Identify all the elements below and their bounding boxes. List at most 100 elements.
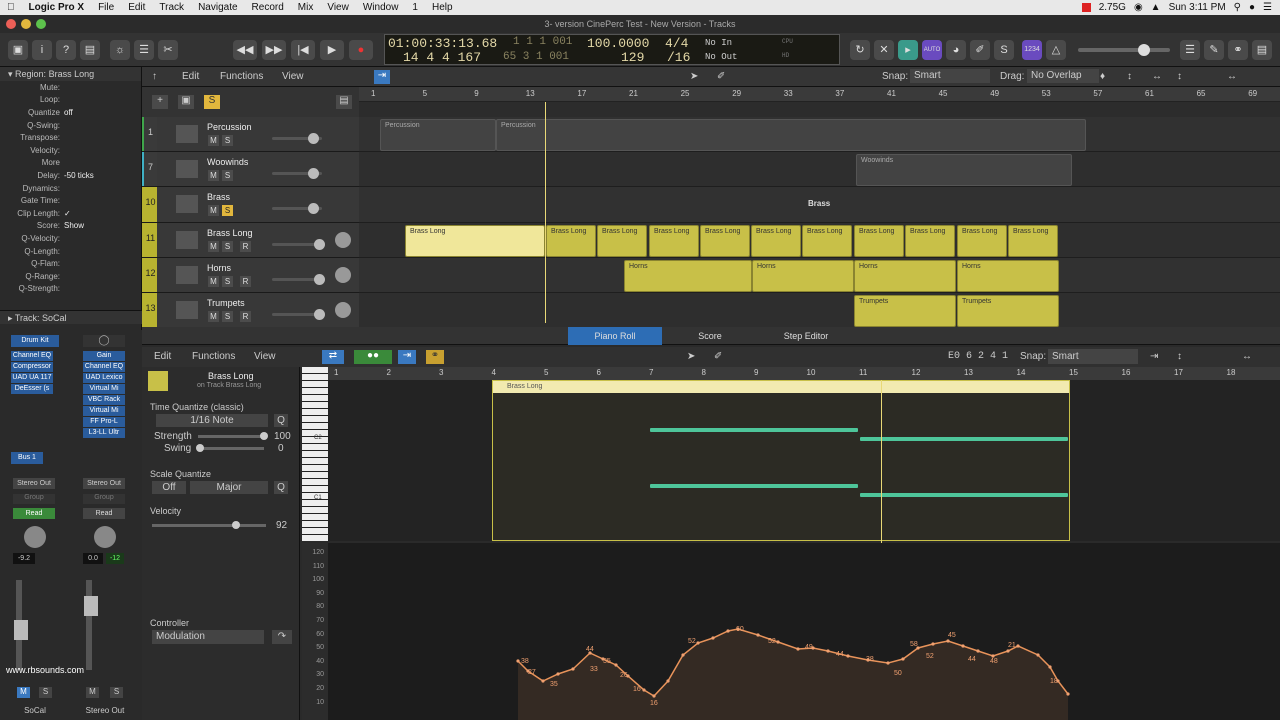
editor-ruler-bar[interactable]: 4: [492, 368, 496, 377]
track-region[interactable]: Brass Long: [905, 224, 955, 257]
modulation-point[interactable]: [976, 649, 980, 653]
record-icon[interactable]: ●: [349, 40, 373, 60]
ruler-bar[interactable]: 9: [474, 89, 478, 98]
ruler-bar[interactable]: 45: [939, 89, 948, 98]
modulation-point[interactable]: [946, 639, 950, 643]
catch-icon[interactable]: ⇥: [374, 70, 390, 84]
tab-score[interactable]: Score: [662, 327, 758, 345]
link-mode-icon[interactable]: ⚭: [426, 350, 444, 364]
swing-slider-thumb[interactable]: [196, 444, 204, 452]
horizontal-zoom-slider-icon[interactable]: ↔: [1227, 71, 1237, 82]
pencil-icon[interactable]: ✐: [970, 40, 990, 60]
modulation-point[interactable]: [666, 679, 670, 683]
track-region[interactable]: Brass Long: [751, 224, 801, 257]
horizontal-zoom-icon[interactable]: ↔: [1152, 71, 1162, 82]
editor-ruler-bar[interactable]: 17: [1174, 368, 1183, 377]
solo-button[interactable]: S: [222, 205, 233, 217]
inspector-row[interactable]: Q-Length:: [0, 245, 141, 258]
track-name[interactable]: Percussion: [207, 122, 252, 132]
modulation-point[interactable]: [516, 659, 520, 663]
menu-window[interactable]: Window: [356, 2, 406, 13]
midi-note[interactable]: [860, 493, 1068, 497]
menu-record[interactable]: Record: [245, 2, 291, 13]
time-quantize-select[interactable]: 1/16 Note: [156, 414, 268, 427]
menu-help[interactable]: Help: [425, 2, 460, 13]
piano-keyboard[interactable]: C2 C1: [302, 367, 328, 541]
editor-ruler-bar[interactable]: 9: [754, 368, 758, 377]
track-header[interactable]: 10 Brass M S: [142, 187, 359, 223]
editor-ruler-bar[interactable]: 1: [334, 368, 338, 377]
inspector-row[interactable]: More: [0, 157, 141, 170]
track-name[interactable]: Trumpets: [207, 298, 245, 308]
edited-region-header[interactable]: Brass Long: [493, 381, 1069, 393]
record-status-icon[interactable]: [1081, 3, 1091, 12]
track-header[interactable]: 12 Horns M S R: [142, 257, 359, 293]
editor-view-menu[interactable]: View: [254, 351, 276, 362]
track-lane[interactable]: [359, 293, 1280, 329]
editor-ruler[interactable]: 1 2 3 4 5 6 7 8 9 10 11 12 13 14 15 16 17 18: [328, 367, 1280, 380]
ruler-bar[interactable]: 61: [1145, 89, 1154, 98]
track-header[interactable]: 7 Woowinds M S: [142, 152, 359, 188]
snap-select[interactable]: Smart: [910, 69, 990, 83]
record-enable-button[interactable]: R: [240, 240, 251, 252]
output-slot-1[interactable]: Stereo Out: [13, 478, 55, 489]
track-volume-thumb[interactable]: [314, 309, 325, 320]
metronome-icon[interactable]: △: [1046, 40, 1066, 60]
editor-ruler-bar[interactable]: 13: [964, 368, 973, 377]
editor-ruler-bar[interactable]: 11: [859, 368, 867, 377]
inspector-row-value[interactable]: ✓: [64, 209, 71, 218]
instrument-icon[interactable]: [176, 125, 198, 143]
track-volume-thumb[interactable]: [314, 238, 325, 250]
midi-out-icon[interactable]: ●●: [354, 350, 392, 364]
track-region[interactable]: Brass Long: [957, 224, 1007, 257]
modulation-point[interactable]: [726, 629, 730, 633]
wifi-icon[interactable]: ◉: [1134, 2, 1143, 13]
menu-view[interactable]: View: [320, 2, 356, 13]
drag-select[interactable]: No Overlap: [1027, 69, 1099, 83]
editor-snap-select[interactable]: Smart: [1048, 349, 1138, 364]
mute-button-1[interactable]: M: [17, 687, 30, 698]
track-name[interactable]: Horns: [207, 263, 231, 273]
modulation-point[interactable]: [796, 647, 800, 651]
master-volume-slider[interactable]: [1078, 44, 1170, 56]
track-region[interactable]: Brass Long: [597, 224, 647, 257]
track-region[interactable]: Horns: [957, 259, 1059, 292]
tracks-view-menu[interactable]: View: [282, 71, 304, 82]
inspector-row-value[interactable]: off: [64, 108, 73, 117]
editor-ruler-bar[interactable]: 8: [702, 368, 706, 377]
notepad-icon[interactable]: ✎: [1204, 40, 1224, 60]
automation-lane[interactable]: 38 27 35 44 33 35 26 16 16 52 60 52 49 44 38 50 58 52 45 44…: [328, 543, 1280, 720]
ruler-bar[interactable]: 53: [1042, 89, 1051, 98]
smart-controls-icon[interactable]: ☼: [110, 40, 130, 60]
editor-horizontal-zoom-icon[interactable]: ⇥: [1150, 351, 1158, 362]
plugin-slot[interactable]: Virtual Mi: [83, 406, 125, 416]
track-volume-slider[interactable]: [272, 238, 325, 250]
track-region[interactable]: Percussion: [496, 119, 1086, 152]
scale-quantize-button[interactable]: Q: [274, 481, 288, 494]
playhead[interactable]: [545, 102, 546, 323]
ruler-bar[interactable]: 33: [784, 89, 793, 98]
track-volume-thumb[interactable]: [308, 133, 319, 144]
track-region[interactable]: Brass Long: [854, 224, 904, 257]
inspector-row-value[interactable]: Show: [64, 221, 84, 230]
mute-button[interactable]: M: [208, 205, 219, 217]
ruler-bar[interactable]: 69: [1248, 89, 1257, 98]
velocity-slider-thumb[interactable]: [232, 521, 240, 529]
fader-cap-2[interactable]: [84, 596, 98, 616]
ruler-bar[interactable]: 49: [990, 89, 999, 98]
editor-ruler-bar[interactable]: 6: [597, 368, 601, 377]
solo-button[interactable]: S: [222, 135, 233, 146]
plugin-slot[interactable]: Compressor: [11, 362, 53, 372]
track-name[interactable]: Woowinds: [207, 157, 248, 167]
apple-icon[interactable]: : [0, 2, 22, 13]
inspector-row[interactable]: Dynamics:: [0, 182, 141, 195]
tracks-functions-menu[interactable]: Functions: [220, 71, 263, 82]
ruler-bar[interactable]: 65: [1197, 89, 1206, 98]
track-volume-slider[interactable]: [272, 203, 322, 215]
scale-quantize-type[interactable]: Major: [190, 481, 268, 494]
pan-knob[interactable]: [335, 231, 351, 248]
inspector-row[interactable]: Mute:: [0, 81, 141, 94]
instrument-icon[interactable]: [176, 301, 198, 319]
pan-knob[interactable]: [335, 266, 351, 283]
track-name[interactable]: Brass: [207, 192, 230, 202]
